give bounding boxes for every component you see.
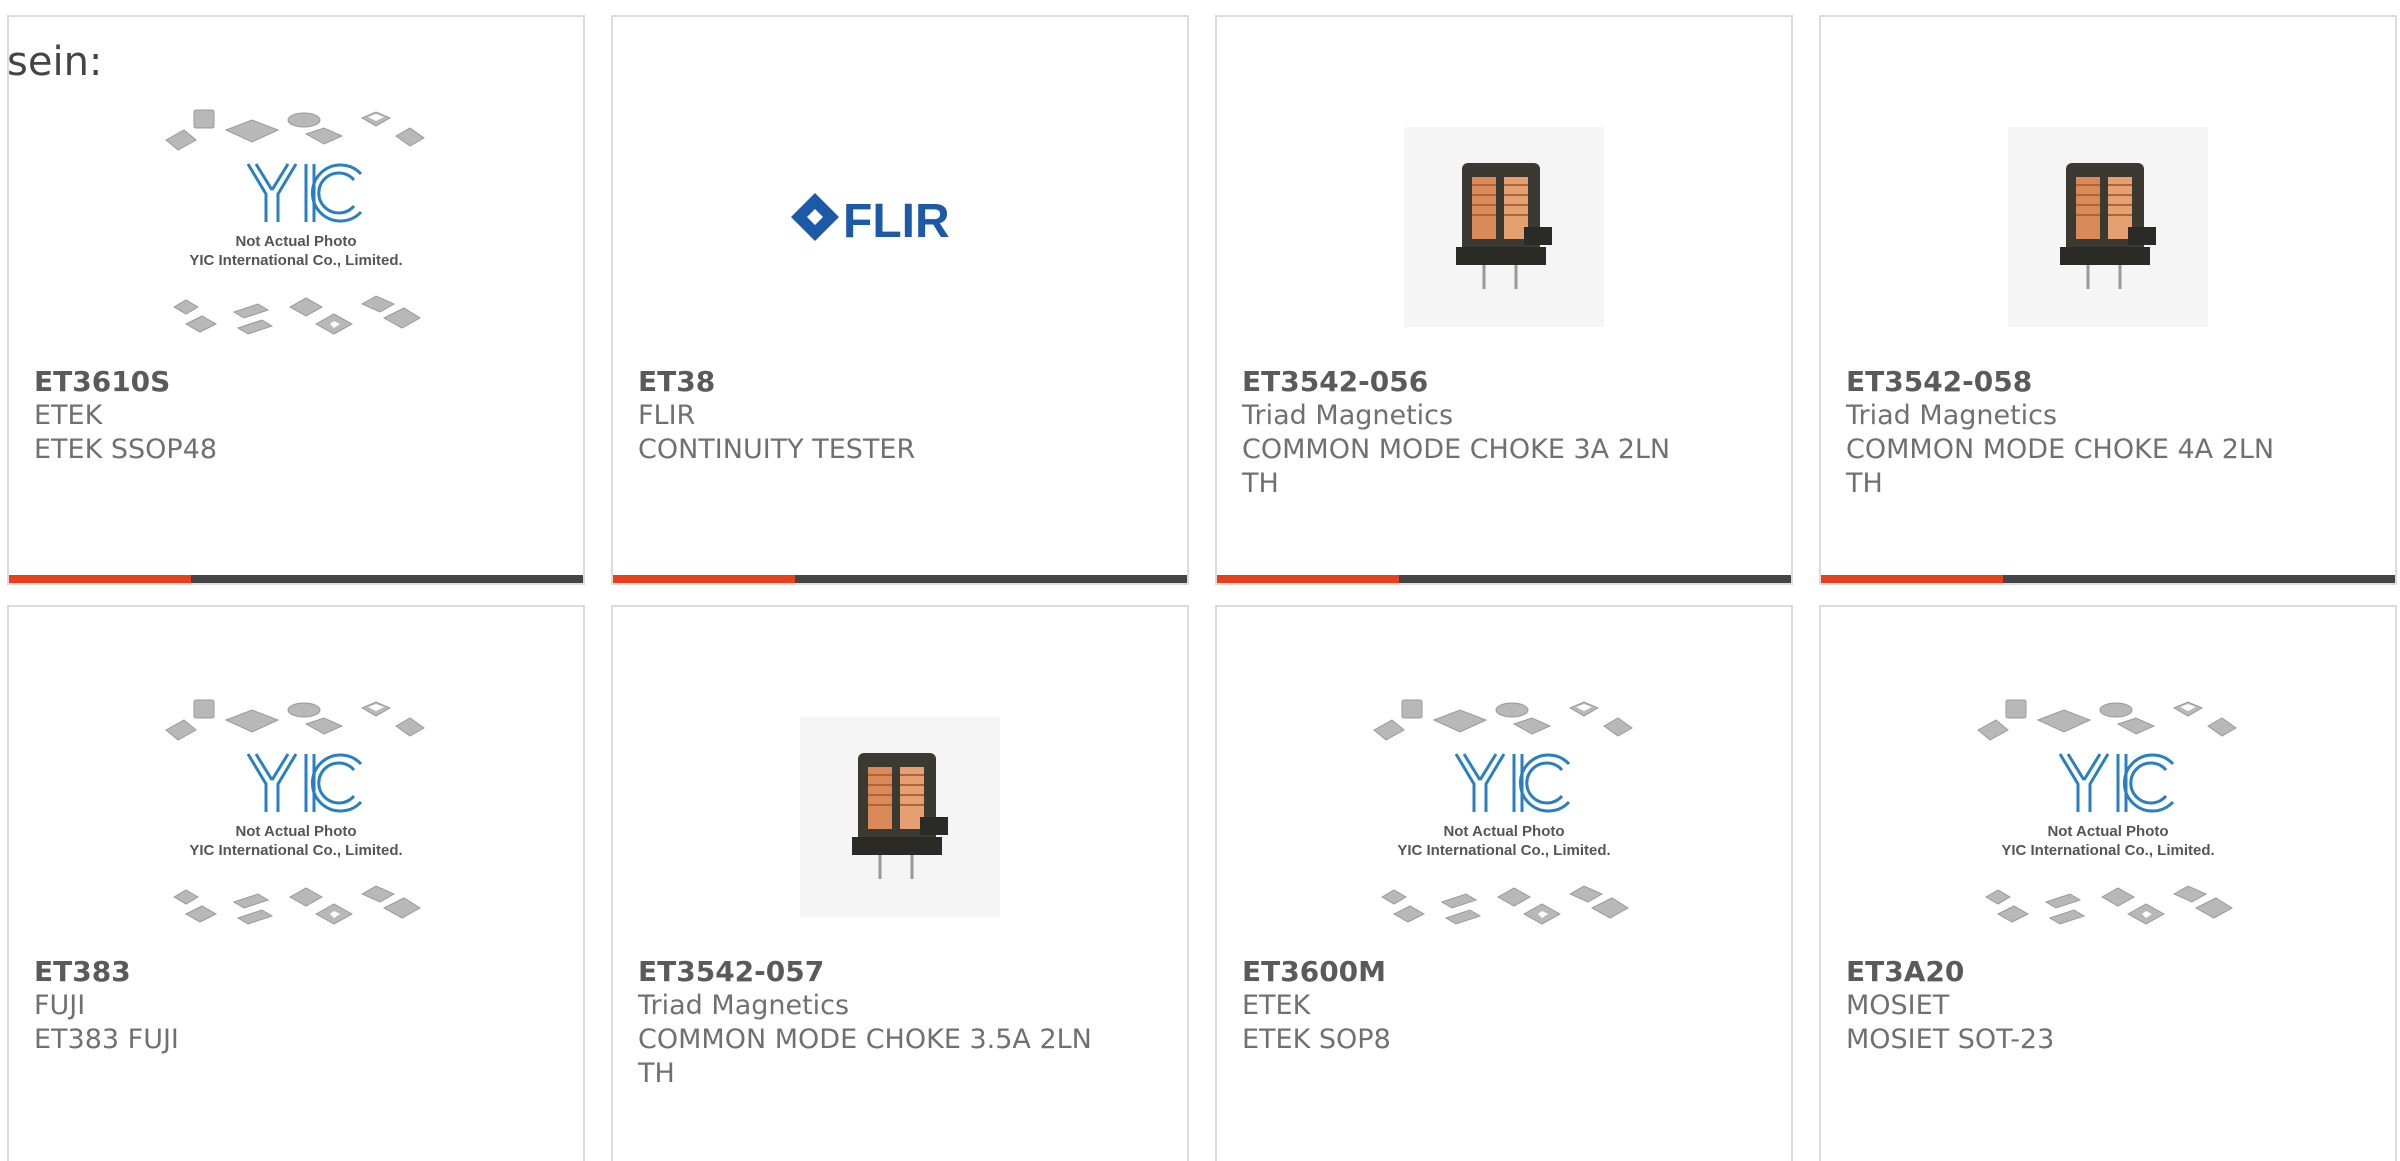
product-brand: FLIR (638, 400, 696, 431)
product-part-number[interactable]: ET3542-056 (1242, 365, 1712, 399)
product-brand: MOSIET (1846, 990, 1950, 1021)
product-image[interactable] (1821, 87, 2395, 367)
product-description: CONTINUITY TESTER (638, 434, 916, 465)
yic-placeholder-icon: Not Actual Photo YIC International Co., … (1373, 699, 1633, 925)
product-card[interactable]: FLIR ET38 FLIR CONTINUITY TESTER (611, 15, 1189, 585)
product-part-number[interactable]: ET3610S (34, 365, 504, 399)
yic-placeholder-icon: Not Actual Photo YIC International Co., … (165, 699, 425, 925)
card-bottom-bar (9, 575, 583, 583)
product-grid-page: sein: Not Actual Photo YIC International… (0, 0, 2400, 1161)
product-image[interactable] (1217, 87, 1791, 367)
product-image[interactable]: FLIR (613, 87, 1187, 367)
product-brand: ETEK (34, 400, 103, 431)
card-bottom-bar (1217, 575, 1791, 583)
product-card[interactable]: Not Actual Photo YIC International Co., … (7, 605, 585, 1161)
svg-text:Not Actual Photo: Not Actual Photo (235, 233, 356, 250)
product-description: COMMON MODE CHOKE 3.5A 2LN TH (638, 1024, 1092, 1089)
product-part-number[interactable]: ET3542-058 (1846, 365, 2316, 399)
product-description: COMMON MODE CHOKE 3A 2LN TH (1242, 434, 1671, 499)
card-accent-bar (1821, 575, 2003, 583)
product-meta: ET3600M ETEK ETEK SOP8 (1242, 955, 1712, 1057)
yic-placeholder-icon: Not Actual Photo YIC International Co., … (165, 109, 425, 335)
product-description: ETEK SOP8 (1242, 1024, 1391, 1055)
svg-text:Not Actual Photo: Not Actual Photo (2047, 823, 2168, 840)
product-description: COMMON MODE CHOKE 4A 2LN TH (1846, 434, 2275, 499)
product-image[interactable]: Not Actual Photo YIC International Co., … (9, 87, 583, 367)
product-meta: ET3542-057 Triad Magnetics COMMON MODE CHO… (638, 955, 1108, 1091)
product-meta: ET3542-056 Triad Magnetics COMMON MODE CHO… (1242, 365, 1712, 501)
product-image[interactable]: Not Actual Photo YIC International Co., … (1217, 677, 1791, 957)
intro-text: sein: (7, 39, 103, 85)
product-meta: ET3A20 MOSIET MOSIET SOT-23 (1846, 955, 2316, 1057)
svg-text:YIC International Co., Limited: YIC International Co., Limited. (189, 252, 402, 269)
svg-text:YIC International Co., Limited: YIC International Co., Limited. (2001, 842, 2214, 859)
product-card[interactable]: Not Actual Photo YIC International Co., … (7, 15, 585, 585)
product-image[interactable]: Not Actual Photo YIC International Co., … (1821, 677, 2395, 957)
card-accent-bar (9, 575, 191, 583)
choke-photo (1404, 127, 1604, 327)
product-part-number[interactable]: ET383 (34, 955, 504, 989)
product-card[interactable]: ET3542-056 Triad Magnetics COMMON MODE CHO… (1215, 15, 1793, 585)
product-description: ET383 FUJI (34, 1024, 179, 1055)
product-brand: FUJI (34, 990, 86, 1021)
product-part-number[interactable]: ET38 (638, 365, 1108, 399)
product-card[interactable]: ET3542-058 Triad Magnetics COMMON MODE CHO… (1819, 15, 2397, 585)
choke-photo (800, 717, 1000, 917)
svg-text:YIC International Co., Limited: YIC International Co., Limited. (1397, 842, 1610, 859)
svg-text:Not Actual Photo: Not Actual Photo (235, 823, 356, 840)
flir-logo: FLIR (791, 193, 950, 248)
product-part-number[interactable]: ET3542-057 (638, 955, 1108, 989)
product-meta: ET383 FUJI ET383 FUJI (34, 955, 504, 1057)
product-brand: Triad Magnetics (1846, 400, 2058, 431)
svg-text:YIC International Co., Limited: YIC International Co., Limited. (189, 842, 402, 859)
choke-photo (2008, 127, 2208, 327)
card-bottom-bar (613, 575, 1187, 583)
card-bottom-bar (1821, 575, 2395, 583)
product-part-number[interactable]: ET3A20 (1846, 955, 2316, 989)
product-brand: ETEK (1242, 990, 1311, 1021)
product-part-number[interactable]: ET3600M (1242, 955, 1712, 989)
product-meta: ET38 FLIR CONTINUITY TESTER (638, 365, 1108, 467)
product-image[interactable]: Not Actual Photo YIC International Co., … (9, 677, 583, 957)
svg-text:FLIR: FLIR (843, 195, 950, 248)
product-card[interactable]: ET3542-057 Triad Magnetics COMMON MODE CHO… (611, 605, 1189, 1161)
product-description: MOSIET SOT-23 (1846, 1024, 2055, 1055)
product-meta: ET3542-058 Triad Magnetics COMMON MODE CHO… (1846, 365, 2316, 501)
product-image[interactable] (613, 677, 1187, 957)
product-meta: ET3610S ETEK ETEK SSOP48 (34, 365, 504, 467)
yic-placeholder-icon: Not Actual Photo YIC International Co., … (1977, 699, 2237, 925)
product-brand: Triad Magnetics (638, 990, 850, 1021)
card-accent-bar (1217, 575, 1399, 583)
product-description: ETEK SSOP48 (34, 434, 218, 465)
product-card[interactable]: Not Actual Photo YIC International Co., … (1819, 605, 2397, 1161)
product-brand: Triad Magnetics (1242, 400, 1454, 431)
product-card[interactable]: Not Actual Photo YIC International Co., … (1215, 605, 1793, 1161)
card-accent-bar (613, 575, 795, 583)
svg-text:Not Actual Photo: Not Actual Photo (1443, 823, 1564, 840)
